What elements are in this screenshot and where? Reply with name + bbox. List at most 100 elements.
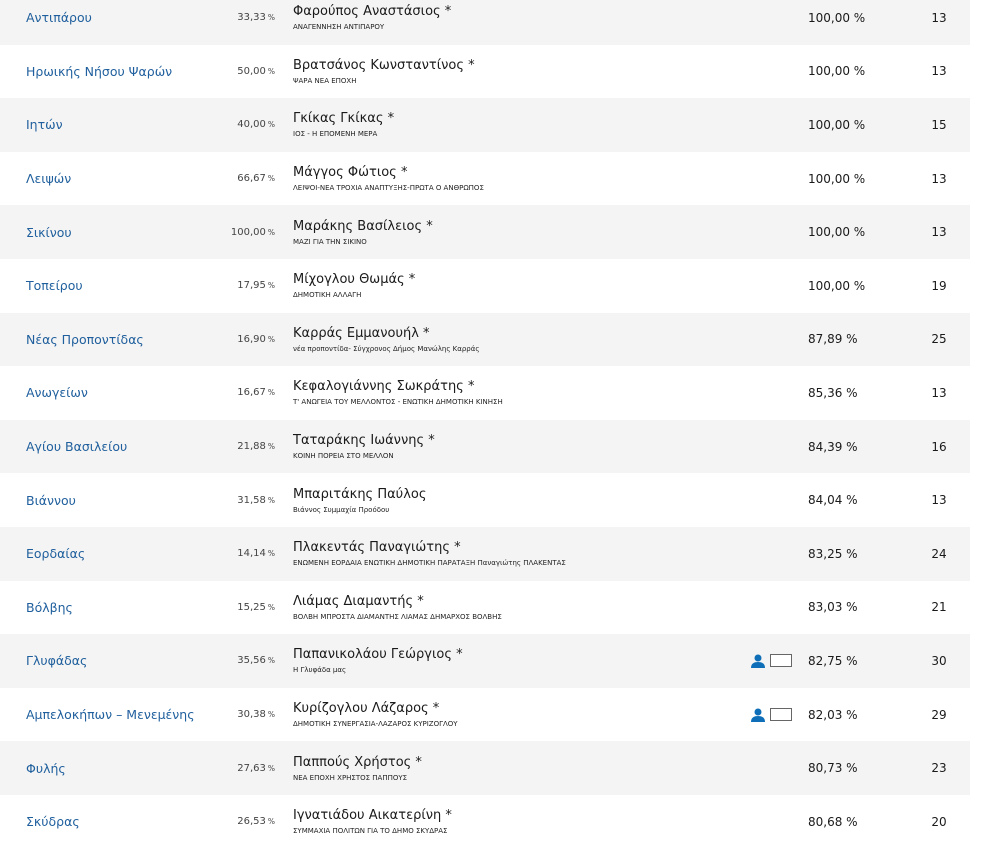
candidate-name: Μίχογλου Θωμάς * — [293, 272, 416, 288]
party-name: ΣΥΜΜΑΧΙΑ ΠΟΛΙΤΩΝ ΓΙΑ ΤΟ ΔΗΜΟ ΣΚΥΔΡΑΣ — [293, 827, 448, 836]
candidate-cell: Ταταράκης Ιωάννης * ΚΟΙΝΗ ΠΟΡΕΙΑ ΣΤΟ ΜΕΛ… — [283, 433, 798, 460]
box-icon[interactable] — [770, 654, 792, 668]
table-row: Ιητών 40,00% Γκίκας Γκίκας * ΙΟΣ - Η ΕΠΟ… — [0, 98, 970, 152]
turnout-percentage: 27,63% — [237, 762, 275, 774]
turnout-percentage: 21,88% — [237, 441, 275, 453]
table-row: Βιάννου 31,58% Μπαριτάκης Παύλος Βιάννος… — [0, 473, 970, 527]
results-table: Αντιπάρου 33,33% Φαρούπος Αναστάσιος * Α… — [0, 0, 970, 849]
candidate-name: Καρράς Εμμανουήλ * — [293, 325, 430, 341]
municipality-link[interactable]: Γλυφάδας — [26, 653, 87, 668]
table-row: Φυλής 27,63% Παππούς Χρήστος * ΝΕΑ ΕΠΟΧΗ… — [0, 741, 970, 795]
result-percentage: 80,68 % — [808, 814, 858, 829]
seats-count: 20 — [931, 814, 947, 829]
table-row: Αμπελοκήπων – Μενεμένης 30,38% Κυρίζογλο… — [0, 687, 970, 742]
candidate-name: Κεφαλογιάννης Σωκράτης * — [293, 379, 475, 395]
candidate-cell: Φαρούπος Αναστάσιος * ΑΝΑΓΕΝΝΗΣΗ ΑΝΤΙΠΑΡ… — [283, 4, 798, 31]
municipality-cell: Βιάννου 31,58% — [0, 493, 283, 508]
seats-count: 19 — [931, 278, 947, 293]
result-percentage: 85,36 % — [808, 385, 858, 400]
party-name: ΝΕΑ ΕΠΟΧΗ ΧΡΗΣΤΟΣ ΠΑΠΠΟΥΣ — [293, 773, 408, 782]
person-icon[interactable] — [750, 654, 766, 668]
seats-count: 13 — [931, 225, 947, 240]
seats-count: 15 — [931, 117, 947, 132]
row-icons — [750, 708, 792, 722]
party-name: νέα προποντίδα- Σύγχρονος Δήμος Μανώλης … — [293, 344, 480, 353]
result-percentage: 84,04 % — [808, 493, 858, 508]
municipality-cell: Αγίου Βασιλείου 21,88% — [0, 439, 283, 454]
seats-count: 13 — [931, 10, 947, 25]
municipality-link[interactable]: Νέας Προποντίδας — [26, 332, 144, 347]
turnout-percentage: 30,38% — [237, 709, 275, 721]
row-icons — [750, 654, 792, 668]
result-percentage: 83,03 % — [808, 600, 858, 615]
candidate-cell: Παππούς Χρήστος * ΝΕΑ ΕΠΟΧΗ ΧΡΗΣΤΟΣ ΠΑΠΠ… — [283, 755, 798, 782]
municipality-cell: Σικίνου 100,00% — [0, 225, 283, 240]
municipality-link[interactable]: Σικίνου — [26, 225, 72, 240]
box-icon[interactable] — [770, 708, 792, 722]
candidate-name: Παππούς Χρήστος * — [293, 754, 422, 770]
turnout-percentage: 31,58% — [237, 494, 275, 506]
result-percentage: 87,89 % — [808, 332, 858, 347]
seats-count: 13 — [931, 64, 947, 79]
candidate-name: Ταταράκης Ιωάννης * — [293, 433, 435, 449]
party-name: ΔΗΜΟΤΙΚΗ ΑΛΛΑΓΗ — [293, 291, 362, 300]
turnout-percentage: 50,00% — [237, 65, 275, 77]
turnout-percentage: 17,95% — [237, 280, 275, 292]
party-name: ΔΗΜΟΤΙΚΗ ΣΥΝΕΡΓΑΣΙΑ-ΛΑΖΑΡΟΣ ΚΥΡΙΖΟΓΛΟΥ — [293, 720, 458, 729]
candidate-cell: Γκίκας Γκίκας * ΙΟΣ - Η ΕΠΟΜΕΝΗ ΜΕΡΑ — [283, 111, 798, 138]
party-name: Τ' ΑΝΩΓΕΙΑ ΤΟΥ ΜΕΛΛΟΝΤΟΣ - ΕΝΩΤΙΚΗ ΔΗΜΟΤ… — [293, 398, 503, 407]
seats-count: 30 — [931, 653, 947, 668]
municipality-cell: Γλυφάδας 35,56% — [0, 653, 283, 668]
candidate-cell: Βρατσάνος Κωνσταντίνος * ΨΑΡΑ ΝΕΑ ΕΠΟΧΗ — [283, 58, 798, 85]
party-name: ΜΑΖΙ ΓΙΑ ΤΗΝ ΣΙΚΙΝΟ — [293, 237, 367, 246]
municipality-link[interactable]: Σκύδρας — [26, 814, 80, 829]
municipality-link[interactable]: Φυλής — [26, 761, 66, 776]
party-name: Βιάννος Συμμαχία Προόδου — [293, 505, 390, 514]
municipality-link[interactable]: Βόλβης — [26, 600, 73, 615]
municipality-link[interactable]: Αντιπάρου — [26, 10, 92, 25]
party-name: ΕΝΩΜΕΝΗ ΕΟΡΔΑΙΑ ΕΝΩΤΙΚΗ ΔΗΜΟΤΙΚΗ ΠΑΡΑΤΑΞ… — [293, 559, 566, 568]
party-name: ΑΝΑΓΕΝΝΗΣΗ ΑΝΤΙΠΑΡΟΥ — [293, 23, 385, 32]
table-row: Σικίνου 100,00% Μαράκης Βασίλειος * ΜΑΖΙ… — [0, 205, 970, 259]
seats-count: 21 — [931, 600, 947, 615]
municipality-link[interactable]: Τοπείρου — [26, 278, 83, 293]
candidate-cell: Μίχογλου Θωμάς * ΔΗΜΟΤΙΚΗ ΑΛΛΑΓΗ — [283, 272, 798, 299]
table-row: Ανωγείων 16,67% Κεφαλογιάννης Σωκράτης *… — [0, 366, 970, 420]
turnout-percentage: 16,90% — [237, 333, 275, 345]
municipality-link[interactable]: Ηρωικής Νήσου Ψαρών — [26, 64, 172, 79]
candidate-name: Γκίκας Γκίκας * — [293, 111, 395, 127]
municipality-link[interactable]: Ανωγείων — [26, 385, 88, 400]
candidate-name: Παπανικολάου Γεώργιος * — [293, 647, 463, 663]
municipality-cell: Νέας Προποντίδας 16,90% — [0, 332, 283, 347]
turnout-percentage: 26,53% — [237, 816, 275, 828]
municipality-link[interactable]: Αμπελοκήπων – Μενεμένης — [26, 707, 195, 722]
result-percentage: 100,00 % — [808, 225, 866, 240]
seats-count: 29 — [931, 707, 947, 722]
municipality-cell: Ιητών 40,00% — [0, 117, 283, 132]
result-percentage: 100,00 % — [808, 117, 866, 132]
candidate-name: Μάγγος Φώτιος * — [293, 165, 408, 181]
candidate-name: Μαράκης Βασίλειος * — [293, 218, 433, 234]
municipality-link[interactable]: Εορδαίας — [26, 546, 85, 561]
candidate-name: Ιγνατιάδου Αικατερίνη * — [293, 808, 452, 824]
turnout-percentage: 14,14% — [237, 548, 275, 560]
municipality-link[interactable]: Λειψών — [26, 171, 71, 186]
candidate-name: Λιάμας Διαμαντής * — [293, 593, 424, 609]
turnout-percentage: 35,56% — [237, 655, 275, 667]
table-row: Αντιπάρου 33,33% Φαρούπος Αναστάσιος * Α… — [0, 0, 970, 45]
municipality-cell: Βόλβης 15,25% — [0, 600, 283, 615]
municipality-link[interactable]: Βιάννου — [26, 493, 76, 508]
party-name: ΙΟΣ - Η ΕΠΟΜΕΝΗ ΜΕΡΑ — [293, 130, 378, 139]
person-icon[interactable] — [750, 708, 766, 722]
candidate-cell: Πλακεντάς Παναγιώτης * ΕΝΩΜΕΝΗ ΕΟΡΔΑΙΑ Ε… — [283, 540, 798, 567]
party-name: ΚΟΙΝΗ ΠΟΡΕΙΑ ΣΤΟ ΜΕΛΛΟΝ — [293, 452, 394, 461]
turnout-percentage: 15,25% — [237, 601, 275, 613]
municipality-cell: Λειψών 66,67% — [0, 171, 283, 186]
candidate-cell: Κεφαλογιάννης Σωκράτης * Τ' ΑΝΩΓΕΙΑ ΤΟΥ … — [283, 379, 798, 406]
table-row: Ηρωικής Νήσου Ψαρών 50,00% Βρατσάνος Κων… — [0, 44, 970, 99]
municipality-link[interactable]: Ιητών — [26, 117, 63, 132]
municipality-cell: Φυλής 27,63% — [0, 761, 283, 776]
result-percentage: 100,00 % — [808, 171, 866, 186]
municipality-link[interactable]: Αγίου Βασιλείου — [26, 439, 127, 454]
municipality-cell: Εορδαίας 14,14% — [0, 546, 283, 561]
